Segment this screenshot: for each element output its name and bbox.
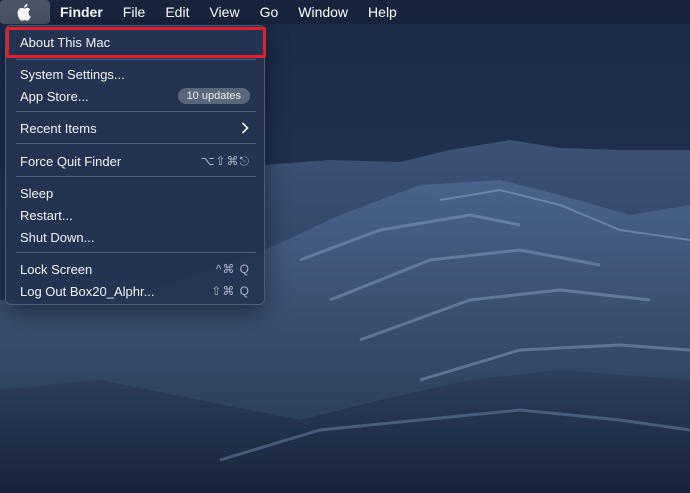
apple-logo-icon — [17, 3, 31, 21]
menu-window[interactable]: Window — [288, 0, 358, 24]
shortcut-text: ^⌘ Q — [215, 262, 250, 276]
menu-edit[interactable]: Edit — [155, 0, 199, 24]
menu-item-restart[interactable]: Restart... — [6, 204, 264, 226]
menu-item-label: About This Mac — [20, 34, 111, 50]
menu-item-label: Force Quit Finder — [20, 153, 122, 169]
menu-item-label: Recent Items — [20, 120, 97, 136]
menu-item-force-quit[interactable]: Force Quit Finder ⌥⇧⌘⎋ — [6, 150, 264, 172]
menu-item-label: Lock Screen — [20, 261, 93, 277]
menu-item-app-store[interactable]: App Store... 10 updates — [6, 85, 264, 107]
menu-bar: Finder File Edit View Go Window Help — [0, 0, 690, 24]
menu-item-label: Restart... — [20, 207, 73, 223]
menu-item-recent-items[interactable]: Recent Items — [6, 117, 264, 139]
separator — [16, 111, 256, 112]
apple-menu-dropdown: About This Mac System Settings... App St… — [5, 25, 266, 305]
menu-view[interactable]: View — [199, 0, 249, 24]
updates-badge: 10 updates — [177, 88, 250, 104]
menu-item-label: Sleep — [20, 185, 54, 201]
apple-menu-button[interactable] — [0, 0, 50, 24]
menu-item-shut-down[interactable]: Shut Down... — [6, 226, 264, 248]
menu-file[interactable]: File — [113, 0, 156, 24]
menu-item-log-out[interactable]: Log Out Box20_Alphr... ⇧⌘ Q — [6, 280, 264, 302]
menu-item-label: App Store... — [20, 88, 89, 104]
menu-help[interactable]: Help — [358, 0, 407, 24]
menu-item-lock-screen[interactable]: Lock Screen ^⌘ Q — [6, 258, 264, 280]
menu-item-label: System Settings... — [20, 66, 125, 82]
shortcut-text: ⇧⌘ Q — [211, 284, 250, 298]
separator — [16, 252, 256, 253]
chevron-right-icon — [240, 122, 250, 134]
menu-item-about-this-mac[interactable]: About This Mac — [6, 31, 264, 53]
separator — [16, 59, 256, 60]
menu-item-label: Shut Down... — [20, 229, 95, 245]
separator — [16, 176, 256, 177]
menu-item-sleep[interactable]: Sleep — [6, 182, 264, 204]
menu-finder[interactable]: Finder — [50, 0, 113, 24]
shortcut-text: ⌥⇧⌘⎋ — [200, 153, 250, 168]
separator — [16, 143, 256, 144]
menu-item-label: Log Out Box20_Alphr... — [20, 283, 155, 299]
menu-go[interactable]: Go — [250, 0, 289, 24]
menu-item-system-settings[interactable]: System Settings... — [6, 63, 264, 85]
